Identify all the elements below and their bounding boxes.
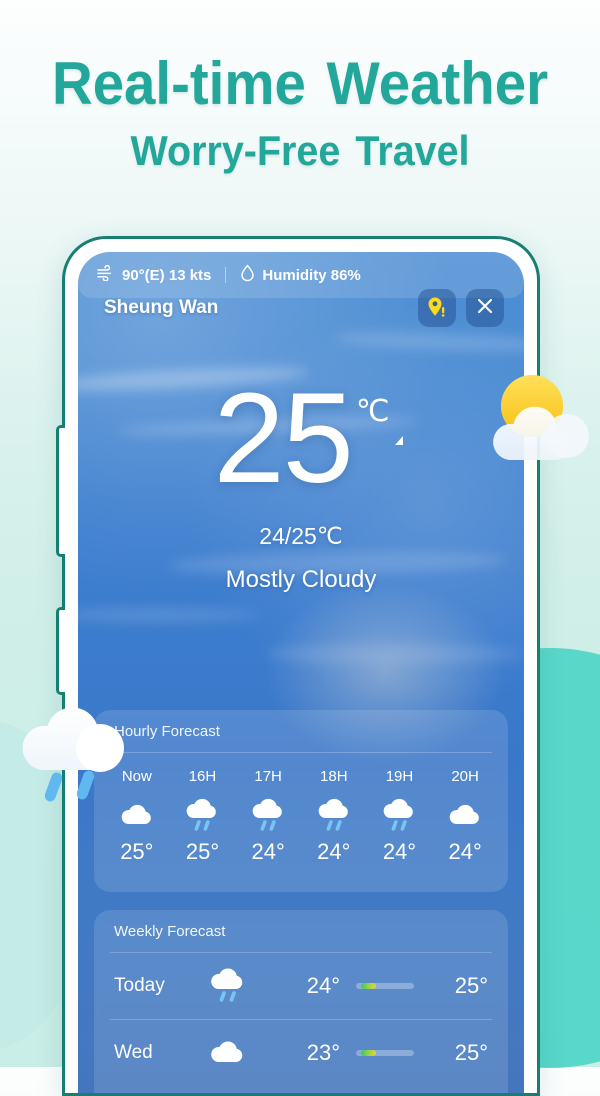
headline-line-1: Real-time Weather xyxy=(18,52,582,115)
hour-temperature: 25° xyxy=(185,839,220,864)
rain-cloud-icon xyxy=(172,795,232,835)
rain-cloud-icon xyxy=(206,967,282,1005)
phone-screen: Sheung Wan 25 ℃ 24/25℃ Mostly Cloudy 90°… xyxy=(78,252,524,1093)
close-icon xyxy=(475,296,495,321)
hourly-item[interactable]: 19H 24° xyxy=(369,768,429,865)
rain-cloud-icon xyxy=(369,795,429,835)
current-temperature-row: 25 ℃ xyxy=(213,367,403,510)
location-button[interactable] xyxy=(418,289,456,327)
hour-label: 18H xyxy=(320,768,348,785)
cloud-icon xyxy=(435,795,495,835)
city-name: Sheung Wan xyxy=(104,297,219,318)
close-button[interactable] xyxy=(466,289,504,327)
headline-line-2-part-a: Worry-Free xyxy=(130,127,341,174)
hourly-item[interactable]: 18H 24° xyxy=(304,768,364,865)
weekly-day: Wed xyxy=(114,1042,153,1063)
weekly-forecast-title: Weekly Forecast xyxy=(114,923,226,940)
weekly-temp-range-bar xyxy=(356,983,414,989)
hourly-forecast-title: Hourly Forecast xyxy=(114,723,220,740)
current-temperature: 25 xyxy=(213,367,353,510)
hourly-item[interactable]: 17H 24° xyxy=(238,768,298,865)
weekly-temp-range-bar xyxy=(356,1050,414,1056)
humidity-item: Humidity 86% xyxy=(240,264,361,286)
hour-temperature: 24° xyxy=(251,839,285,864)
current-weather: 25 ℃ 24/25℃ Mostly Cloudy xyxy=(78,367,524,594)
weekly-min-temp: 24° xyxy=(306,973,340,998)
weekly-day: Today xyxy=(114,975,165,996)
temperature-caret-icon xyxy=(394,436,403,445)
weekly-row[interactable]: Today 24° 25° xyxy=(94,953,508,1019)
humidity-value: Humidity 86% xyxy=(262,266,361,284)
cloud-wisp xyxy=(78,608,258,622)
weekly-row[interactable]: Wed 23° 25° xyxy=(94,1020,508,1086)
phone-power-button[interactable] xyxy=(56,607,65,695)
high-low-temperature: 24/25℃ xyxy=(259,522,343,549)
weather-condition: Mostly Cloudy xyxy=(225,565,377,593)
promo-headline: Real-time Weather Worry-Free Travel xyxy=(0,52,600,173)
sun-behind-cloud-icon xyxy=(487,372,591,468)
headline-line-1-part-b: Weather xyxy=(326,50,549,117)
hour-temperature: 25° xyxy=(120,839,154,864)
headline-line-1-part-a: Real-time xyxy=(51,50,306,117)
location-pin-warning-icon xyxy=(426,296,448,320)
weekly-forecast-card[interactable]: Weekly Forecast Today 24° 25° Wed 23° 25… xyxy=(94,910,508,1093)
hour-label: 16H xyxy=(188,768,217,785)
rain-cloud-icon xyxy=(238,795,298,835)
hour-label: 17H xyxy=(254,768,282,785)
wind-item: 90°(E) 13 kts xyxy=(96,264,212,285)
cloud-wisp xyxy=(333,329,524,355)
hourly-item[interactable]: 16H 25° xyxy=(172,768,232,865)
headline-line-2: Worry-Free Travel xyxy=(18,127,582,174)
hour-temperature: 24° xyxy=(448,839,482,864)
rain-cloud-icon xyxy=(304,795,364,835)
conditions-separator xyxy=(225,267,227,283)
hourly-forecast-list: Now 25° 16H 25° 17H 24° 18H 24° 19H 24° … xyxy=(94,753,508,865)
hour-temperature: 24° xyxy=(382,839,417,864)
rain-cloud-icon xyxy=(16,700,136,804)
phone-volume-button[interactable] xyxy=(56,425,65,557)
hour-temperature: 24° xyxy=(317,839,351,864)
hourly-item[interactable]: 20H 24° xyxy=(435,768,495,865)
weekly-max-temp: 25° xyxy=(454,1040,488,1065)
weekly-max-temp: 25° xyxy=(454,973,488,998)
headline-line-2-part-b: Travel xyxy=(355,127,470,174)
cloud-icon xyxy=(206,1038,282,1068)
wind-icon xyxy=(96,264,115,285)
weekly-min-temp: 23° xyxy=(306,1040,340,1065)
wind-value: 90°(E) 13 kts xyxy=(122,266,212,284)
hourly-forecast-card[interactable]: Hourly Forecast Now 25° 16H 25° 17H 24° … xyxy=(94,710,508,892)
temperature-unit: ℃ xyxy=(355,395,390,428)
hour-label: 20H xyxy=(451,768,479,785)
humidity-drop-icon xyxy=(240,264,255,286)
hour-label: 19H xyxy=(385,768,414,785)
app-header: Sheung Wan xyxy=(78,288,524,328)
phone-mockup: Sheung Wan 25 ℃ 24/25℃ Mostly Cloudy 90°… xyxy=(56,236,540,1096)
